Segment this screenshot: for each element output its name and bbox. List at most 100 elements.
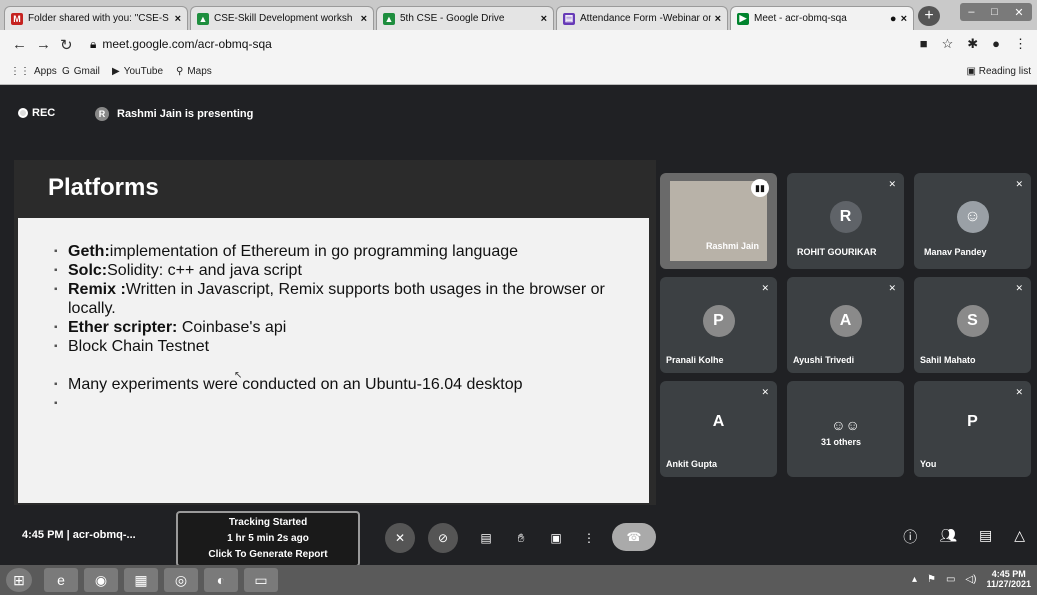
- file-explorer-icon[interactable]: ▦: [124, 568, 158, 592]
- participant-name: Manav Pandey: [924, 247, 987, 257]
- flag-icon[interactable]: ⚑: [927, 574, 936, 585]
- tab-folder-shared[interactable]: M Folder shared with you: "CSE-S ×: [4, 6, 188, 30]
- maximize-icon[interactable]: □: [991, 6, 998, 18]
- internet-explorer-icon[interactable]: e: [44, 568, 78, 592]
- camera-icon[interactable]: ■: [920, 36, 928, 52]
- close-tab-icon[interactable]: ×: [175, 13, 181, 25]
- close-window-icon[interactable]: ✕: [1014, 6, 1023, 19]
- participant-tile[interactable]: ✕ P Pranali Kolhe: [660, 277, 777, 373]
- mic-off-button[interactable]: ✕: [385, 523, 415, 553]
- recording-indicator: REC: [18, 107, 55, 119]
- slide-bullet: Many experiments were conducted on an Ub…: [54, 375, 628, 394]
- bookmarks-bar: ⋮⋮ Apps G Gmail ▶ YouTube ⚲ Maps ▣ Reading l…: [0, 60, 1037, 85]
- close-tab-icon[interactable]: ×: [361, 13, 367, 25]
- slide-bullet: Geth:implementation of Ethereum in go pr…: [54, 242, 628, 261]
- reload-icon[interactable]: ↻: [60, 36, 73, 54]
- tab-title: Folder shared with you: "CSE-S: [28, 13, 169, 24]
- participant-name: ROHIT GOURIKAR: [797, 247, 877, 257]
- tab-skill-development[interactable]: ▲ CSE-Skill Development worksh ×: [190, 6, 374, 30]
- bookmark-maps[interactable]: ⚲ Maps: [176, 66, 212, 77]
- meeting-time-and-code: 4:45 PM | acr-obmq-...: [22, 529, 136, 541]
- bookmark-apps[interactable]: ⋮⋮ Apps: [10, 66, 57, 77]
- tab-title: Meet - acr-obmq-sqa: [754, 13, 847, 24]
- participant-tile[interactable]: ✕ R ROHIT GOURIKAR: [787, 173, 904, 269]
- reading-list-button[interactable]: ▣ Reading list: [967, 66, 1032, 77]
- leave-call-button[interactable]: ☎: [612, 523, 656, 551]
- slide-bullet: Remix :Written in Javascript, Remix supp…: [54, 280, 628, 318]
- participant-tile[interactable]: ✕ S Sahil Mahato: [914, 277, 1031, 373]
- tray-arrow-icon[interactable]: ▴: [912, 574, 917, 585]
- info-icon[interactable]: ⓘ: [903, 527, 917, 547]
- participant-tile-self[interactable]: ✕ P You: [914, 381, 1031, 477]
- tab-title: Attendance Form -Webinar on: [580, 13, 711, 24]
- forward-icon[interactable]: →: [36, 36, 51, 53]
- app-icon[interactable]: ▭: [244, 568, 278, 592]
- system-clock[interactable]: 4:45 PM 11/27/2021: [986, 569, 1031, 589]
- slide-bullet: Ether scripter: Coinbase's api: [54, 318, 628, 337]
- participant-avatar: A: [829, 305, 862, 337]
- close-tab-icon[interactable]: ×: [541, 13, 547, 25]
- slide-content: Geth:implementation of Ethereum in go pr…: [18, 218, 649, 503]
- gmail-icon: M: [11, 12, 23, 25]
- close-tab-icon[interactable]: ×: [715, 13, 721, 25]
- bookmark-gmail[interactable]: G Gmail: [62, 66, 100, 77]
- address-bar[interactable]: 🔒︎ meet.google.com/acr-obmq-sqa: [90, 37, 272, 52]
- tab-google-drive[interactable]: ▲ 5th CSE - Google Drive ×: [376, 6, 554, 30]
- app-icon[interactable]: ◎: [164, 568, 198, 592]
- bookmark-youtube[interactable]: ▶ YouTube: [112, 66, 163, 77]
- mic-off-icon: ✕: [888, 179, 896, 189]
- participant-name: Rashmi Jain: [706, 241, 760, 251]
- presenter-avatar: R: [95, 107, 109, 121]
- present-button[interactable]: ▣: [541, 523, 571, 553]
- camera-off-button[interactable]: ⊘: [428, 523, 458, 553]
- tab-title: CSE-Skill Development worksh: [214, 13, 353, 24]
- participant-name: You: [920, 459, 937, 469]
- slide-title: Platforms: [48, 174, 159, 201]
- participant-tile[interactable]: ✕ A Ayushi Trivedi: [787, 277, 904, 373]
- system-tray: ▴ ⚑ ▭ ◁) 4:45 PM 11/27/2021: [912, 569, 1031, 589]
- meet-window: REC R Rashmi Jain is presenting Platform…: [0, 85, 1037, 575]
- participant-initial: P: [967, 413, 978, 430]
- participant-tile[interactable]: ✕ A Ankit Gupta: [660, 381, 777, 477]
- volume-icon[interactable]: ◁): [965, 574, 976, 585]
- youtube-icon: ▶: [112, 66, 120, 77]
- url-text: meet.google.com/acr-obmq-sqa: [102, 37, 272, 51]
- drive-icon: ▲: [197, 12, 209, 25]
- participant-tile[interactable]: ✕ ☺ Manav Pandey: [914, 173, 1031, 269]
- participant-initial: A: [712, 413, 725, 430]
- tab-attendance-form[interactable]: ▤ Attendance Form -Webinar on ×: [556, 6, 728, 30]
- window-controls: – □ ✕: [960, 3, 1032, 21]
- slide-bullet-empty: [54, 394, 628, 413]
- extensions-icon[interactable]: ✱: [967, 36, 978, 52]
- activities-icon[interactable]: △: [1014, 527, 1025, 547]
- people-icon[interactable]: 👥︎: [939, 527, 957, 547]
- back-icon[interactable]: ←: [12, 36, 27, 53]
- others-tile[interactable]: ☺☺ 31 others: [787, 381, 904, 477]
- close-tab-icon[interactable]: ×: [901, 13, 907, 25]
- start-button[interactable]: ⊞: [6, 568, 32, 592]
- chrome-icon[interactable]: ◉: [84, 568, 118, 592]
- mic-off-icon: ✕: [761, 283, 769, 293]
- app-icon[interactable]: ◐: [204, 568, 238, 592]
- profile-icon[interactable]: ●: [992, 36, 1000, 52]
- participant-tile-speaker[interactable]: ▮▮ Rashmi Jain: [660, 173, 777, 269]
- captions-button[interactable]: ▤: [471, 523, 501, 553]
- chat-icon[interactable]: ▤: [979, 527, 992, 547]
- more-options-button[interactable]: ⋮: [574, 523, 604, 553]
- new-tab-button[interactable]: +: [918, 6, 940, 26]
- star-icon[interactable]: ☆: [942, 36, 954, 52]
- windows-taskbar: ⊞ e ◉ ▦ ◎ ◐ ▭ ▴ ⚑ ▭ ◁) 4:45 PM 11/27/202…: [0, 565, 1037, 595]
- network-icon[interactable]: ▭: [946, 574, 955, 585]
- menu-icon[interactable]: ⋮: [1014, 36, 1027, 52]
- participant-name: Ankit Gupta: [666, 459, 717, 469]
- meet-control-bar: 4:45 PM | acr-obmq-... Tracking Started …: [0, 505, 1037, 567]
- tab-meet[interactable]: ▶ Meet - acr-obmq-sqa ● ×: [730, 6, 914, 30]
- mouse-cursor-icon: ↖: [234, 370, 243, 381]
- mic-off-icon: ✕: [1015, 283, 1023, 293]
- mic-off-icon: ✕: [761, 387, 769, 397]
- presenting-banner: R Rashmi Jain is presenting: [95, 107, 253, 121]
- raise-hand-button[interactable]: ✋︎: [506, 523, 536, 553]
- minimize-icon[interactable]: –: [968, 6, 974, 18]
- slide-bullet: Solc:Solidity: c++ and java script: [54, 261, 628, 280]
- attendance-tracker-button[interactable]: Tracking Started 1 hr 5 min 2s ago Click…: [176, 511, 360, 567]
